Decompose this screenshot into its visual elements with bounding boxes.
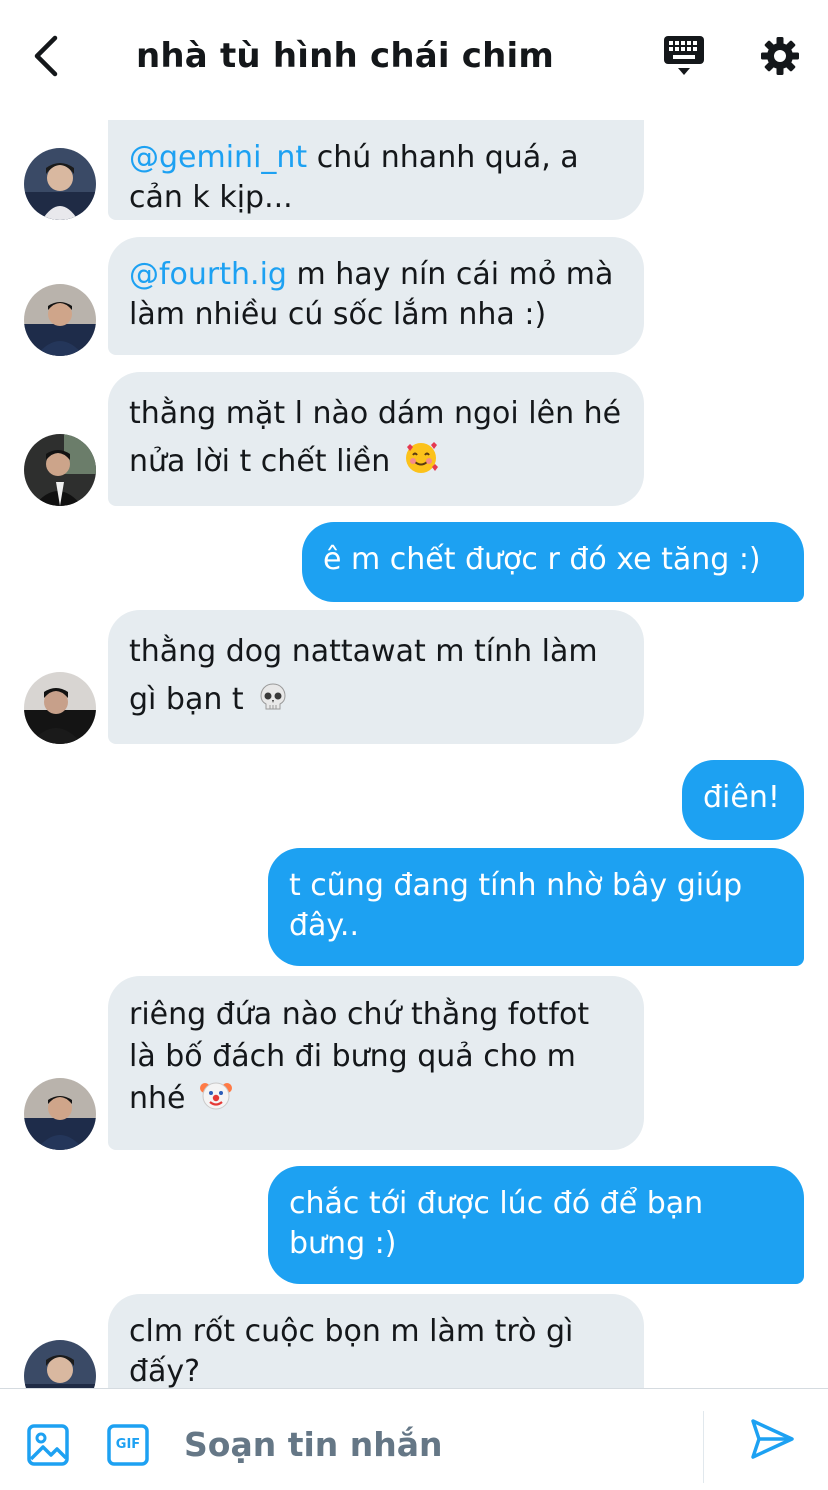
message-composer: GIF	[0, 1388, 828, 1490]
avatar[interactable]	[24, 434, 96, 506]
add-photo-button[interactable]	[26, 1423, 70, 1467]
message-input[interactable]	[184, 1415, 684, 1473]
mention-link[interactable]: @fourth.ig	[129, 257, 287, 292]
avatar[interactable]	[24, 1078, 96, 1150]
message-list[interactable]: @gemini_nt chú nhanh quá, a cản k kịp...…	[0, 0, 828, 1388]
chevron-left-icon	[34, 35, 58, 77]
message-bubble[interactable]: @fourth.ig m hay nín cái mỏ mà làm nhiều…	[108, 237, 644, 355]
avatar[interactable]	[24, 672, 96, 744]
gear-icon	[761, 37, 799, 75]
gif-label: GIF	[115, 1437, 141, 1452]
message-bubble[interactable]: ê m chết được r đó xe tăng :)	[302, 522, 804, 602]
smiling-face-with-hearts-icon	[404, 441, 438, 490]
message-bubble[interactable]: điên!	[682, 760, 804, 840]
settings-button[interactable]	[754, 30, 806, 82]
avatar[interactable]	[24, 148, 96, 220]
avatar[interactable]	[24, 284, 96, 356]
gif-button[interactable]: GIF	[106, 1423, 150, 1467]
keyboard-button[interactable]	[658, 32, 710, 80]
message-bubble[interactable]: chắc tới được lúc đó để bạn bưng :)	[268, 1166, 804, 1284]
avatar[interactable]	[24, 1340, 96, 1388]
skull-icon	[257, 680, 289, 728]
message-bubble[interactable]: clm rốt cuộc bọn m làm trò gì đấy?	[108, 1294, 644, 1388]
conversation-header: nhà tù hình chái chim	[0, 0, 828, 112]
back-button[interactable]	[24, 30, 68, 82]
message-bubble[interactable]: thằng dog nattawat m tính làm gì bạn t	[108, 610, 644, 744]
image-icon	[27, 1424, 69, 1466]
divider	[703, 1411, 704, 1483]
send-icon	[751, 1419, 794, 1459]
message-bubble[interactable]: @gemini_nt chú nhanh quá, a cản k kịp...	[108, 120, 644, 220]
keyboard-icon	[664, 36, 704, 75]
message-bubble[interactable]: thằng mặt l nào dám ngoi lên hé nửa lời …	[108, 372, 644, 506]
message-bubble[interactable]: t cũng đang tính nhờ bây giúp đây..	[268, 848, 804, 966]
message-bubble[interactable]: riêng đứa nào chứ thằng fotfot là bố đác…	[108, 976, 644, 1150]
send-button[interactable]	[748, 1415, 796, 1463]
page-title: nhà tù hình chái chim	[135, 36, 555, 76]
clown-face-icon	[199, 1078, 233, 1124]
mention-link[interactable]: @gemini_nt	[129, 140, 307, 175]
